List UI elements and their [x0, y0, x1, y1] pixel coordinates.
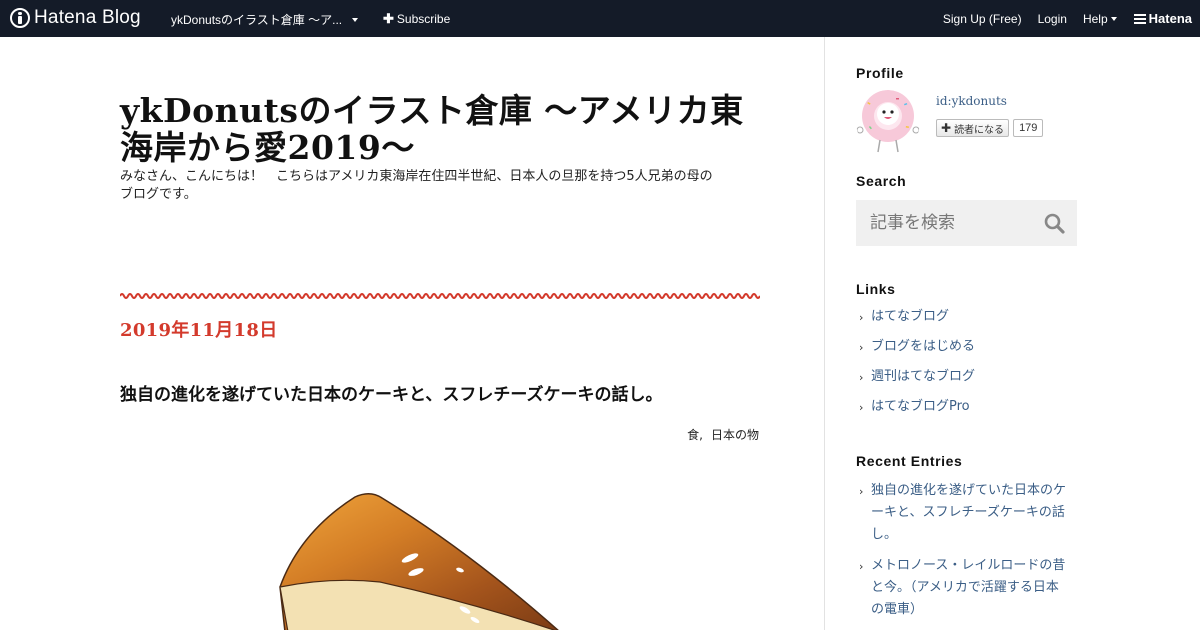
chevron-right-icon: ›: [859, 371, 864, 384]
link-label: はてなブログ: [871, 309, 950, 324]
list-item[interactable]: › メトロノース・レイルロードの昔と今。（アメリカで活躍する日本の電車）: [856, 555, 1066, 621]
avatar[interactable]: [856, 90, 920, 154]
chevron-right-icon: ›: [859, 485, 864, 498]
entry-title[interactable]: 独自の進化を遂げていた日本のケーキと、スフレチーズケーキの話し。: [120, 380, 662, 405]
search-box: [856, 200, 1077, 246]
subscribe-button[interactable]: ✚ Subscribe: [383, 11, 450, 27]
search-input[interactable]: [856, 200, 1036, 246]
hatena-mark-icon: [1133, 13, 1146, 24]
global-header: Hatena Blog ykDonutsのイラスト倉庫 ～ア... ✚ Subs…: [0, 0, 1200, 37]
chevron-right-icon: ›: [859, 341, 864, 354]
list-item[interactable]: › 週刊はてなブログ: [856, 366, 1086, 388]
plus-icon: ✚: [383, 11, 394, 26]
help-label: Help: [1082, 11, 1108, 26]
list-item[interactable]: › はてなブログPro: [856, 396, 1086, 418]
help-menu[interactable]: Help: [1083, 12, 1117, 26]
hatena-blog-logo[interactable]: Hatena Blog: [10, 7, 141, 29]
follow-label: 読者になる: [954, 124, 1005, 136]
follow-widget: ✚ 読者になる 179: [936, 119, 1044, 137]
profile-id[interactable]: id:ykdonuts: [936, 94, 1007, 108]
list-item[interactable]: › はてなブログ: [856, 306, 1086, 328]
chevron-right-icon: ›: [859, 311, 864, 324]
chevron-down-icon: [352, 17, 359, 22]
entry-date[interactable]: 2019年11月18日: [120, 316, 278, 342]
login-link[interactable]: Login: [1038, 12, 1067, 26]
links-list: › はてなブログ › ブログをはじめる › 週刊はてなブログ › はてなブログPro: [856, 306, 1086, 426]
link-label: ブログをはじめる: [871, 339, 976, 354]
list-item[interactable]: › ブログをはじめる: [856, 336, 1086, 358]
wavy-divider: [120, 293, 760, 299]
hatena-link[interactable]: Hatena: [1133, 11, 1192, 26]
list-item[interactable]: › 独自の進化を遂げていた日本のケーキと、スフレチーズケーキの話し。: [856, 480, 1066, 546]
plus-icon: ✚: [941, 121, 952, 135]
chevron-right-icon: ›: [859, 401, 864, 414]
entry-link-label: 独自の進化を遂げていた日本のケーキと、スフレチーズケーキの話し。: [871, 483, 1067, 542]
entry-categories: 食 日本の物: [687, 426, 759, 443]
follower-count[interactable]: 179: [1013, 119, 1044, 137]
main-column: ykDonutsのイラスト倉庫 ～アメリカ東海岸から愛2019～ みなさん、こん…: [0, 37, 825, 630]
blog-menu-label: ykDonutsのイラスト倉庫 ～ア...: [171, 13, 343, 27]
recent-entries-heading: Recent Entries: [856, 453, 963, 469]
blog-menu[interactable]: ykDonutsのイラスト倉庫 ～ア...: [171, 11, 359, 28]
search-heading: Search: [856, 173, 907, 189]
profile-heading: Profile: [856, 65, 904, 81]
entry-link-label: メトロノース・レイルロードの昔と今。（アメリカで活躍する日本の電車）: [871, 558, 1066, 617]
donut-avatar-icon: [856, 90, 920, 154]
search-icon[interactable]: [1044, 213, 1065, 234]
chevron-down-icon: [1110, 17, 1117, 22]
blog-description: みなさん、こんにちは！ こちらはアメリカ東海岸在住四半世紀、日本人の旦那を持つ5…: [120, 169, 713, 202]
link-label: 週刊はてなブログ: [871, 369, 976, 384]
category-link[interactable]: 日本の物: [699, 426, 759, 443]
cheesecake-illustration: [279, 493, 559, 630]
hatena-logo-icon: [10, 8, 30, 28]
link-label: はてなブログPro: [871, 399, 970, 414]
links-heading: Links: [856, 281, 896, 297]
category-link[interactable]: 食: [687, 426, 699, 443]
recent-entries-list: › 独自の進化を遂げていた日本のケーキと、スフレチーズケーキの話し。 › メトロノー…: [856, 480, 1066, 630]
signup-link[interactable]: Sign Up (Free): [943, 12, 1022, 26]
hatena-label: Hatena: [1148, 11, 1192, 26]
follow-button[interactable]: ✚ 読者になる: [936, 119, 1010, 137]
logo-text: Hatena Blog: [34, 7, 141, 28]
blog-title[interactable]: ykDonutsのイラスト倉庫 ～アメリカ東海岸から愛2019～: [120, 92, 760, 166]
subscribe-label: Subscribe: [396, 12, 451, 26]
header-right-nav: Sign Up (Free) Login Help Hatena: [927, 11, 1192, 26]
chevron-right-icon: ›: [859, 560, 864, 573]
